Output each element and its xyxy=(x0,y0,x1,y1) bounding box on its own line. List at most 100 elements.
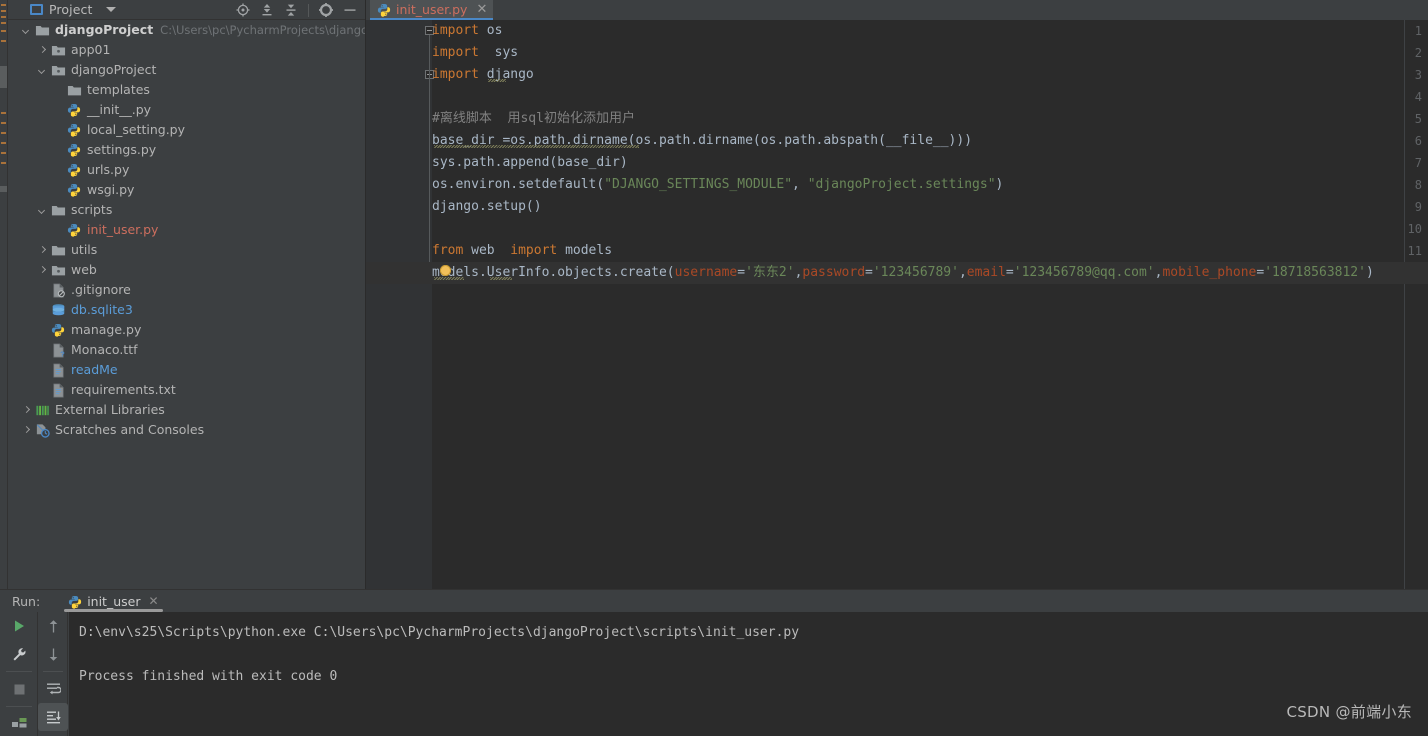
editor-gutter[interactable] xyxy=(366,20,424,589)
database-icon xyxy=(51,303,66,318)
tree-item-djangoproject[interactable]: djangoProject xyxy=(8,60,365,80)
tree-spacer xyxy=(54,226,63,235)
arrow-down-icon[interactable] xyxy=(38,640,68,668)
code-line-5[interactable]: #离线脚本 用sql初始化添加用户 xyxy=(432,108,635,130)
arrow-up-icon[interactable] xyxy=(38,612,68,640)
tree-item--init-py[interactable]: __init__.py xyxy=(8,100,365,120)
tree-item-label: __init__.py xyxy=(87,100,151,120)
tree-item-scratches-and-consoles[interactable]: Scratches and Consoles xyxy=(8,420,365,440)
python-file-icon xyxy=(67,123,82,138)
tree-spacer xyxy=(54,166,63,175)
gear-icon[interactable] xyxy=(315,1,337,19)
code-viewport[interactable]: 123456789101112 import osimport sysimpor… xyxy=(366,20,1428,589)
chevron-right-icon[interactable] xyxy=(22,426,31,435)
code-line-9[interactable]: django.setup() xyxy=(432,196,542,218)
python-file-icon xyxy=(377,2,391,16)
code-line-8[interactable]: os.environ.setdefault("DJANGO_SETTINGS_M… xyxy=(432,174,1003,196)
tree-spacer xyxy=(38,306,47,315)
chevron-down-icon[interactable] xyxy=(106,7,116,12)
tree-item-requirements-txt[interactable]: requirements.txt xyxy=(8,380,365,400)
close-icon[interactable]: ✕ xyxy=(476,3,487,16)
tree-item-scripts[interactable]: scripts xyxy=(8,200,365,220)
run-panel-label: Run: xyxy=(12,594,40,609)
code-token: web xyxy=(463,243,510,258)
tree-spacer xyxy=(54,106,63,115)
tree-item--gitignore[interactable]: .gitignore xyxy=(8,280,365,300)
expand-all-icon[interactable] xyxy=(256,1,278,19)
chevron-down-icon[interactable] xyxy=(38,206,47,215)
tree-spacer xyxy=(38,326,47,335)
close-icon[interactable]: ✕ xyxy=(148,594,158,608)
project-tree[interactable]: djangoProjectC:\Users\pc\PycharmProjects… xyxy=(8,20,365,573)
tree-item-label: web xyxy=(71,260,97,280)
tree-spacer xyxy=(38,366,47,375)
run-left-toolbar xyxy=(0,612,38,736)
wrench-icon[interactable] xyxy=(0,640,38,668)
code-token: sys xyxy=(479,45,518,60)
code-token: username xyxy=(675,265,738,280)
locate-icon[interactable] xyxy=(232,1,254,19)
scratches-icon xyxy=(35,423,50,438)
tree-item-web[interactable]: web xyxy=(8,260,365,280)
tree-item-db-sqlite3[interactable]: db.sqlite3 xyxy=(8,300,365,320)
intention-bulb-icon[interactable] xyxy=(440,265,451,276)
code-content[interactable]: import osimport sysimport django#离线脚本 用s… xyxy=(432,20,1428,589)
console-output[interactable]: D:\env\s25\Scripts\python.exe C:\Users\p… xyxy=(69,612,1428,736)
editor-tab-init-user[interactable]: init_user.py ✕ xyxy=(370,0,493,20)
code-token: import xyxy=(432,45,479,60)
code-line-7[interactable]: sys.path.append(base_dir) xyxy=(432,152,628,174)
tree-item-external-libraries[interactable]: External Libraries xyxy=(8,400,365,420)
tree-item-init-user-py[interactable]: init_user.py xyxy=(8,220,365,240)
layout-icon[interactable] xyxy=(0,710,38,736)
code-token: "djangoProject.settings" xyxy=(808,177,996,192)
chevron-right-icon[interactable] xyxy=(38,246,47,255)
code-token: mobile_phone xyxy=(1162,265,1256,280)
code-line-2[interactable]: import sys xyxy=(432,42,518,64)
tree-item-label: settings.py xyxy=(87,140,156,160)
code-line-6[interactable]: base_dir =os.path.dirname(os.path.dirnam… xyxy=(432,130,972,152)
minimize-icon[interactable] xyxy=(339,1,361,19)
chevron-right-icon[interactable] xyxy=(22,406,31,415)
chevron-down-icon[interactable] xyxy=(22,26,31,35)
tree-item-djangoproject[interactable]: djangoProjectC:\Users\pc\PycharmProjects… xyxy=(8,20,365,40)
code-line-3[interactable]: import django xyxy=(432,64,534,86)
tree-item-monaco-ttf[interactable]: ?Monaco.ttf xyxy=(8,340,365,360)
chevron-right-icon[interactable] xyxy=(38,46,47,55)
tree-item-local-setting-py[interactable]: local_setting.py xyxy=(8,120,365,140)
tree-item-app01[interactable]: app01 xyxy=(8,40,365,60)
tree-item-label: djangoProject xyxy=(55,20,153,40)
fold-region-line xyxy=(429,35,430,281)
console-line: Process finished with exit code 0 xyxy=(79,666,1428,688)
project-title-group[interactable]: Project xyxy=(8,2,116,17)
pycharm-window: Project xyxy=(0,0,1428,736)
tree-item-utils[interactable]: utils xyxy=(8,240,365,260)
tree-item-urls-py[interactable]: urls.py xyxy=(8,160,365,180)
fold-strip[interactable] xyxy=(424,20,432,589)
text-file-icon xyxy=(51,363,66,378)
code-line-12[interactable]: models.UserInfo.objects.create(username=… xyxy=(432,262,1374,284)
code-line-1[interactable]: import os xyxy=(432,20,502,42)
tree-item-wsgi-py[interactable]: wsgi.py xyxy=(8,180,365,200)
run-button[interactable] xyxy=(0,612,38,640)
folder-icon xyxy=(67,83,82,98)
code-token: import xyxy=(432,67,479,82)
tree-item-label: manage.py xyxy=(71,320,141,340)
code-token: , xyxy=(792,177,808,192)
tree-item-settings-py[interactable]: settings.py xyxy=(8,140,365,160)
tree-item-manage-py[interactable]: manage.py xyxy=(8,320,365,340)
tree-spacer xyxy=(54,86,63,95)
folder-icon xyxy=(51,243,66,258)
chevron-right-icon[interactable] xyxy=(38,266,47,275)
tree-item-templates[interactable]: templates xyxy=(8,80,365,100)
tree-item-readme[interactable]: readMe xyxy=(8,360,365,380)
chevron-down-icon[interactable] xyxy=(38,66,47,75)
left-edge-strip xyxy=(0,0,8,589)
typo-squiggle xyxy=(434,277,464,280)
toolbar-separator xyxy=(6,671,32,672)
run-tab-init-user[interactable]: init_user ✕ xyxy=(64,590,162,612)
soft-wrap-icon[interactable] xyxy=(38,675,68,703)
collapse-all-icon[interactable] xyxy=(280,1,302,19)
stop-button[interactable] xyxy=(0,675,38,703)
scroll-to-end-icon[interactable] xyxy=(38,703,68,731)
code-line-11[interactable]: from web import models xyxy=(432,240,612,262)
